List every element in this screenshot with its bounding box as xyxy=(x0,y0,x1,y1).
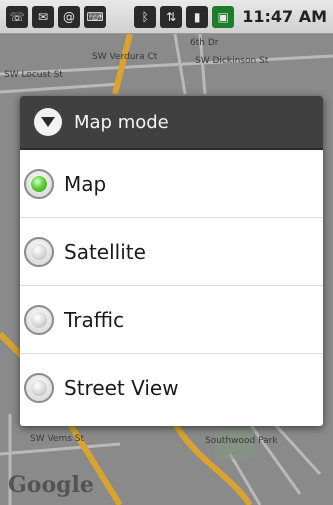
message-icon: ✉ xyxy=(32,5,54,28)
option-map[interactable]: Map xyxy=(20,150,323,218)
option-traffic[interactable]: Traffic xyxy=(20,286,323,354)
dialog-header: Map mode xyxy=(20,96,323,150)
battery-icon: ▣ xyxy=(212,5,235,28)
radio-button[interactable] xyxy=(24,304,54,335)
option-label: Traffic xyxy=(64,307,125,332)
notification-icons: ☏ ✉ @ ⌨ xyxy=(6,5,106,28)
voicemail-icon: ☏ xyxy=(6,5,28,28)
radio-button-selected[interactable] xyxy=(24,168,54,199)
radio-button[interactable] xyxy=(24,373,54,403)
map-street-label: 6th Dr xyxy=(190,38,219,48)
google-logo: Google xyxy=(8,472,94,498)
map-street-label: SW Locust St xyxy=(4,70,63,80)
map-park-label: Southwood Park xyxy=(205,436,278,446)
clock: 11:47 AM xyxy=(242,7,327,26)
bluetooth-icon: ᛒ xyxy=(134,5,157,28)
map-street-label: SW Dickinson St xyxy=(195,56,269,66)
option-satellite[interactable]: Satellite xyxy=(20,218,323,286)
option-label: Map xyxy=(64,171,107,196)
signal-icon: ▮ xyxy=(186,5,209,28)
map-street-label: SW Verdura Ct xyxy=(92,52,158,62)
chevron-down-circle-icon xyxy=(34,108,62,136)
map-street-label: SW Vems St xyxy=(30,434,85,444)
data-3g-icon: ⇅ xyxy=(160,5,183,28)
email-icon: @ xyxy=(58,5,80,28)
option-label: Satellite xyxy=(64,239,146,264)
map-mode-dialog: Map mode Map Satellite Traffic Street Vi… xyxy=(20,96,323,426)
option-street-view[interactable]: Street View xyxy=(20,354,323,422)
radio-button[interactable] xyxy=(24,236,54,267)
option-label: Street View xyxy=(64,376,179,400)
system-icons: ᛒ ⇅ ▮ ▣ 11:47 AM xyxy=(134,5,327,28)
dialog-title: Map mode xyxy=(74,111,169,133)
status-bar: ☏ ✉ @ ⌨ ᛒ ⇅ ▮ ▣ 11:47 AM xyxy=(0,0,333,34)
keyboard-icon: ⌨ xyxy=(84,5,106,28)
